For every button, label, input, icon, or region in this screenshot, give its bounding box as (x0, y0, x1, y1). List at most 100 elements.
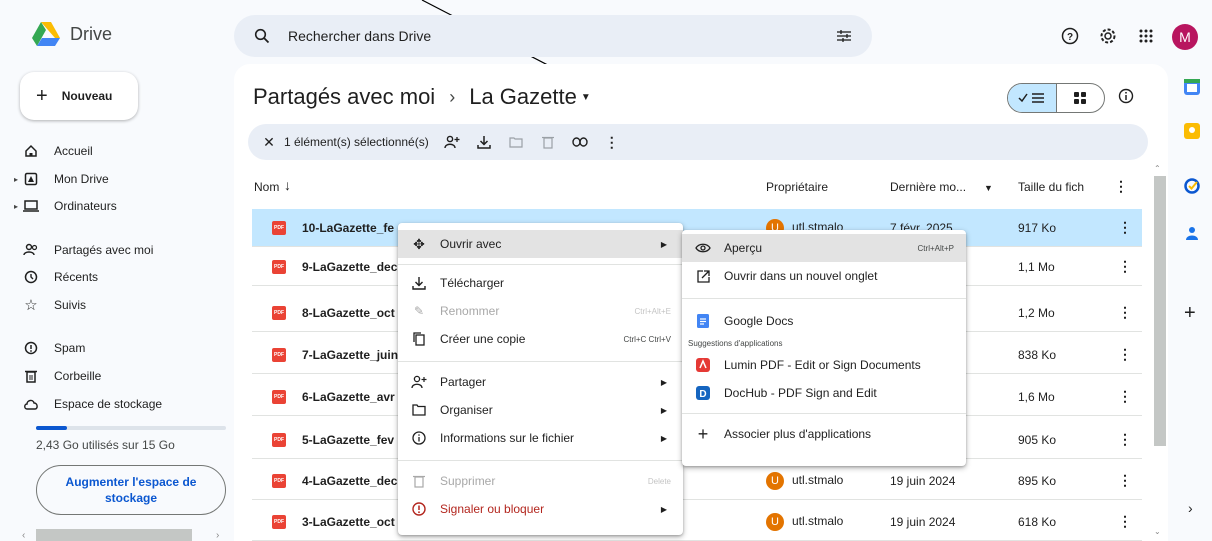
close-icon[interactable]: ✕ (260, 134, 278, 151)
menu-item-organize[interactable]: Organiser ▶ (398, 396, 683, 424)
search-icon[interactable] (250, 24, 274, 48)
list-view-icon (1018, 93, 1044, 103)
menu-item-report[interactable]: Signaler ou bloquer ▶ (398, 495, 683, 523)
link-icon[interactable] (571, 137, 589, 147)
sidebar-item-recent[interactable]: Récents (14, 264, 98, 290)
selection-count: 1 élément(s) sélectionné(s) (284, 135, 429, 149)
table-row[interactable]: PDF 4-LaGazette_dec Uutl.stmalo 19 juin … (252, 462, 1142, 500)
sidebar-item-label: Suivis (54, 298, 87, 312)
help-icon[interactable]: ? (1058, 24, 1082, 48)
share-person-icon[interactable] (443, 135, 461, 149)
menu-item-rename: ✎ Renommer Ctrl+Alt+E (398, 297, 683, 325)
upgrade-storage-button[interactable]: Augmenter l'espace de stockage (36, 465, 226, 515)
eye-icon (694, 243, 712, 253)
dropdown-arrow-icon[interactable]: ▼ (984, 183, 993, 193)
expand-arrow-icon[interactable]: ▸ (14, 202, 22, 211)
menu-item-download[interactable]: Télécharger (398, 269, 683, 297)
delete-icon[interactable] (539, 135, 557, 149)
sidebar-item-spam[interactable]: Spam (14, 335, 85, 361)
list-view-button[interactable] (1008, 84, 1057, 112)
sort-arrow-icon[interactable]: ↓ (284, 177, 291, 193)
column-options-icon[interactable]: ⋮ (1114, 178, 1128, 195)
row-more-icon[interactable]: ⋮ (1118, 513, 1132, 530)
menu-item-make-copy[interactable]: Créer une copie Ctrl+C Ctrl+V (398, 325, 683, 353)
drive-logo[interactable]: Drive (32, 22, 112, 46)
storage-progress-fill (36, 426, 67, 430)
size-cell: 917 Ko (1018, 220, 1057, 235)
caret-down-icon[interactable]: ▼ (581, 92, 591, 103)
row-more-icon[interactable]: ⋮ (1118, 472, 1132, 489)
menu-item-open-with[interactable]: ✥ Ouvrir avec ▶ (398, 230, 683, 258)
new-button-label: Nouveau (61, 89, 113, 103)
sidebar-item-my-drive[interactable]: ▸ Mon Drive (14, 166, 109, 192)
row-more-icon[interactable]: ⋮ (1118, 258, 1132, 275)
breadcrumb-current[interactable]: La Gazette (469, 84, 577, 110)
new-button[interactable]: + Nouveau (20, 72, 138, 120)
submenu-item-google-docs[interactable]: Google Docs (682, 307, 966, 335)
account-avatar[interactable]: M (1172, 24, 1198, 50)
table-row[interactable]: PDF 3-LaGazette_oct Uutl.stmalo 19 juin … (252, 503, 1142, 541)
submenu-item-lumin[interactable]: Lumin PDF - Edit or Sign Documents (682, 351, 966, 379)
sidebar-item-computers[interactable]: ▸ Ordinateurs (14, 193, 117, 219)
row-more-icon[interactable]: ⋮ (1118, 346, 1132, 363)
search-bar[interactable]: Rechercher dans Drive (234, 15, 872, 57)
column-header-size[interactable]: Taille du fich (1018, 180, 1084, 194)
sidebar-horizontal-scrollbar[interactable]: ‹ › (22, 529, 224, 541)
contacts-icon[interactable] (1184, 225, 1200, 241)
breadcrumb-parent[interactable]: Partagés avec moi (253, 84, 435, 110)
pdf-file-icon: PDF (272, 389, 286, 404)
sidebar-item-label: Récents (54, 270, 99, 284)
share-person-icon (410, 375, 428, 389)
scroll-right-icon[interactable]: › (216, 530, 219, 541)
keep-icon[interactable] (1184, 123, 1200, 139)
open-with-submenu: Aperçu Ctrl+Alt+P Ouvrir dans un nouvel … (682, 230, 966, 466)
column-header-owner[interactable]: Propriétaire (766, 180, 828, 194)
view-toggle[interactable] (1007, 83, 1105, 113)
size-cell: 895 Ko (1018, 473, 1057, 488)
drive-icon (22, 172, 40, 186)
details-info-icon[interactable] (1118, 88, 1134, 104)
sidebar-item-storage[interactable]: Espace de stockage (14, 391, 162, 417)
sidebar-item-label: Corbeille (54, 369, 102, 383)
sidebar-item-shared[interactable]: Partagés avec moi (14, 237, 153, 263)
expand-arrow-icon[interactable]: ▸ (14, 175, 22, 184)
column-header-modified[interactable]: Dernière mo... (890, 180, 966, 194)
expand-panel-icon[interactable]: › (1188, 500, 1193, 516)
submenu-item-dochub[interactable]: D DocHub - PDF Sign and Edit (682, 379, 966, 407)
grid-view-button[interactable] (1057, 84, 1105, 112)
scroll-left-icon[interactable]: ‹ (22, 530, 25, 541)
row-more-icon[interactable]: ⋮ (1118, 431, 1132, 448)
row-more-icon[interactable]: ⋮ (1118, 219, 1132, 236)
storage-progress-bar (36, 426, 226, 430)
sidebar-item-home[interactable]: Accueil (14, 138, 93, 164)
breadcrumb: Partagés avec moi › La Gazette ▼ (253, 84, 591, 110)
trash-icon (410, 474, 428, 488)
submenu-item-more-apps[interactable]: + Associer plus d'applications (682, 420, 966, 448)
apps-grid-icon[interactable] (1134, 24, 1158, 48)
add-addon-icon[interactable]: + (1184, 302, 1196, 325)
file-list-scrollbar[interactable] (1154, 176, 1166, 446)
scroll-up-icon[interactable]: ⌃ (1154, 164, 1161, 173)
move-to-folder-icon[interactable] (507, 136, 525, 148)
settings-gear-icon[interactable] (1096, 24, 1120, 48)
download-icon[interactable] (475, 135, 493, 149)
submenu-item-new-tab[interactable]: Ouvrir dans un nouvel onglet (682, 262, 966, 290)
column-header-name[interactable]: Nom (254, 180, 279, 194)
sidebar-item-starred[interactable]: ☆ Suivis (14, 292, 86, 318)
tasks-icon[interactable] (1184, 178, 1200, 194)
menu-item-share[interactable]: Partager ▶ (398, 368, 683, 396)
menu-item-file-info[interactable]: Informations sur le fichier ▶ (398, 424, 683, 452)
search-input[interactable]: Rechercher dans Drive (288, 28, 818, 44)
submenu-arrow-icon: ▶ (660, 377, 667, 387)
move-arrows-icon: ✥ (413, 235, 425, 252)
scroll-down-icon[interactable]: ⌄ (1154, 527, 1161, 536)
sidebar-item-trash[interactable]: Corbeille (14, 363, 101, 389)
calendar-icon[interactable] (1184, 79, 1200, 95)
size-cell: 1,6 Mo (1018, 389, 1055, 404)
more-actions-icon[interactable]: ⋮ (603, 134, 621, 151)
row-more-icon[interactable]: ⋮ (1118, 304, 1132, 321)
scrollbar-thumb[interactable] (36, 529, 192, 541)
search-options-icon[interactable] (832, 24, 856, 48)
row-more-icon[interactable]: ⋮ (1118, 388, 1132, 405)
submenu-item-preview[interactable]: Aperçu Ctrl+Alt+P (682, 234, 966, 262)
